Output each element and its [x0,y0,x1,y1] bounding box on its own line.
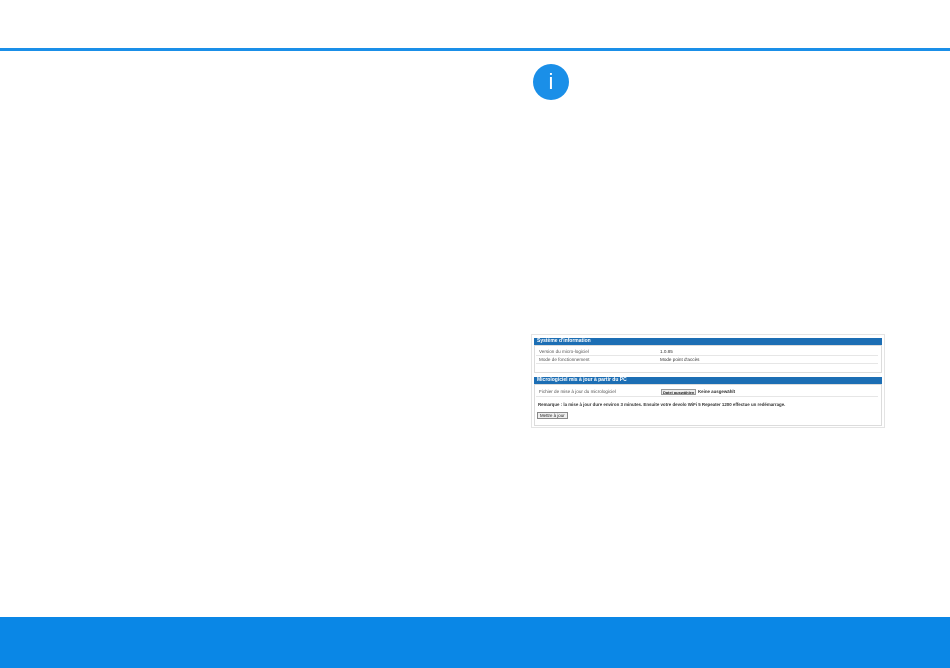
operating-mode-label: Mode de fonctionnement [539,357,590,362]
firmware-screenshot-panel: Système d'information Version du micro-l… [531,334,885,428]
system-info-header: Système d'information [534,338,882,345]
firmware-file-row: Fichier de mise à jour du micrologiciel … [536,388,878,397]
operating-mode-value: Mode point d'accès [660,357,700,362]
firmware-version-row: Version du micro-logiciel 1.0.85 [536,348,878,356]
info-icon: i [533,64,569,100]
choose-file-button[interactable]: Datei auswählen [661,389,697,395]
info-glyph: i [548,69,554,94]
top-divider [0,48,950,51]
update-note: Remarque : la mise à jour dure environ 3… [538,402,786,407]
update-button[interactable]: Mettre à jour [537,412,568,419]
firmware-update-header: Micrologiciel mis à jour à partir du PC [534,377,882,384]
firmware-version-value: 1.0.85 [660,349,673,354]
footer-band [0,617,950,668]
firmware-version-label: Version du micro-logiciel [539,349,589,354]
file-status-text: Keine ausgewählt [698,389,736,394]
operating-mode-row: Mode de fonctionnement Mode point d'accè… [536,356,878,364]
page: i Système d'information Version du micro… [0,0,950,668]
firmware-file-label: Fichier de mise à jour du micrologiciel [539,389,616,394]
